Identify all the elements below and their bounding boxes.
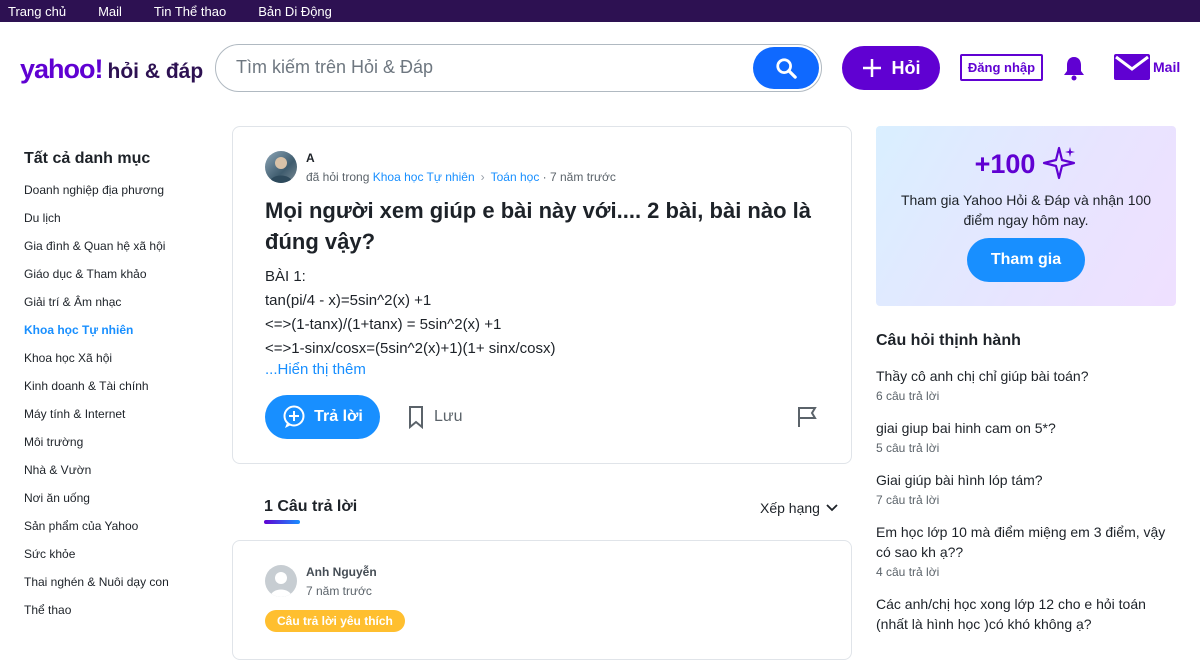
answer-author-avatar[interactable]	[265, 565, 297, 597]
answer-card: Anh Nguyễn 7 năm trước Câu trả lời yêu t…	[232, 540, 852, 660]
sidebar-item[interactable]: Sản phẩm của Yahoo	[24, 518, 214, 546]
question-card: A đã hỏi trong Khoa học Tự nhiên › Toán …	[232, 126, 852, 464]
trending-title: Câu hỏi thịnh hành	[876, 332, 1021, 349]
trending-question[interactable]: Các anh/chị học xong lớp 12 cho e hỏi to…	[876, 594, 1176, 634]
chevron-right-icon: ›	[480, 170, 485, 184]
answer-author-name[interactable]: Anh Nguyễn	[306, 565, 377, 579]
question-body-line: <=>1-sinx/cosx=(5sin^2(x)+1)(1+ sinx/cos…	[265, 340, 556, 357]
favorite-answer-badge: Câu trả lời yêu thích	[265, 610, 405, 632]
question-body: BÀI 1: tan(pi/4 - x)=5sin^2(x) +1 <=>(1-…	[265, 265, 556, 361]
trending-item[interactable]: Giai giúp bài hình lóp tám? 7 câu trả lờ…	[876, 470, 1176, 508]
sidebar-item[interactable]: Kinh doanh & Tài chính	[24, 378, 214, 406]
sidebar-item[interactable]: Thể thao	[24, 602, 214, 630]
trending-answer-count: 7 câu trả lời	[876, 493, 940, 507]
question-body-line: <=>(1-tanx)/(1+tanx) = 5sin^2(x) +1	[265, 316, 502, 333]
meta-prefix: đã hỏi trong	[306, 170, 370, 184]
trending-question[interactable]: Thầy cô anh chị chỉ giúp bài toán?	[876, 366, 1176, 386]
trending-item[interactable]: Các anh/chị học xong lớp 12 cho e hỏi to…	[876, 594, 1176, 634]
trending-question[interactable]: Em học lớp 10 mà điểm miệng em 3 điểm, v…	[876, 522, 1176, 562]
sidebar-item[interactable]: Nhà & Vườn	[24, 462, 214, 490]
answers-count: 1 Câu trả lời	[264, 498, 358, 515]
trending-question[interactable]: Giai giúp bài hình lóp tám?	[876, 470, 1176, 490]
question-body-line: BÀI 1:	[265, 268, 306, 285]
login-button[interactable]: Đăng nhập	[960, 54, 1043, 81]
mail-link[interactable]: Mail	[1114, 54, 1180, 80]
trending-answer-count: 4 câu trả lời	[876, 565, 940, 579]
sparkles-icon	[1043, 146, 1076, 180]
question-meta: đã hỏi trong Khoa học Tự nhiên › Toán họ…	[306, 170, 616, 184]
sort-label: Xếp hạng	[760, 500, 820, 516]
subcategory-link[interactable]: Toán học	[491, 170, 540, 184]
sidebar-item[interactable]: Máy tính & Internet	[24, 406, 214, 434]
trending-answer-count: 6 câu trả lời	[876, 389, 940, 403]
save-label: Lưu	[434, 408, 463, 425]
sidebar-item-active[interactable]: Khoa học Tự nhiên	[24, 322, 214, 350]
sidebar-item[interactable]: Gia đình & Quan hệ xã hội	[24, 238, 214, 266]
sidebar-title: Tất cả danh mục	[24, 150, 151, 167]
sidebar-item[interactable]: Thai nghén & Nuôi dạy con	[24, 574, 214, 602]
trending-item[interactable]: Em học lớp 10 mà điểm miệng em 3 điểm, v…	[876, 522, 1176, 580]
sidebar-item[interactable]: Giáo dục & Tham khảo	[24, 266, 214, 294]
search-box	[215, 44, 822, 92]
answers-tab-underline	[264, 520, 300, 524]
top-nav-home[interactable]: Trang chủ	[8, 4, 66, 19]
question-title: Mọi người xem giúp e bài này với.... 2 b…	[265, 198, 811, 254]
category-sidebar: Tất cả danh mục Doanh nghiệp địa phương …	[24, 150, 214, 630]
top-nav-mobile[interactable]: Bản Di Động	[258, 4, 332, 19]
sidebar-item[interactable]: Doanh nghiệp địa phương	[24, 182, 214, 210]
promo-description: Tham gia Yahoo Hỏi & Đáp và nhận 100 điể…	[900, 192, 1152, 228]
mail-label: Mail	[1153, 59, 1181, 75]
sort-dropdown[interactable]: Xếp hạng	[760, 500, 838, 516]
question-time: · 7 năm trước	[542, 170, 616, 184]
comment-plus-icon	[283, 405, 305, 428]
sidebar-item[interactable]: Giải trí & Âm nhạc	[24, 294, 214, 322]
search-button[interactable]	[753, 47, 819, 89]
notification-bell-icon[interactable]	[1062, 55, 1086, 86]
chevron-down-icon	[826, 504, 838, 512]
trending-question[interactable]: giai giup bai hinh cam on 5*?	[876, 418, 1176, 438]
sidebar-item[interactable]: Sức khỏe	[24, 546, 214, 574]
search-input[interactable]	[236, 57, 736, 78]
show-more-link[interactable]: ...Hiển thị thêm	[265, 361, 366, 378]
search-icon	[776, 58, 797, 79]
report-flag-icon[interactable]	[796, 406, 818, 433]
sidebar-item[interactable]: Khoa học Xã hội	[24, 350, 214, 378]
question-author-avatar[interactable]	[265, 151, 297, 183]
trending-item[interactable]: giai giup bai hinh cam on 5*? 5 câu trả …	[876, 418, 1176, 456]
answer-button[interactable]: Trả lời	[265, 395, 380, 439]
promo-points-value: +100	[974, 148, 1036, 179]
sidebar-item[interactable]: Nơi ăn uống	[24, 490, 214, 518]
sidebar-item[interactable]: Du lịch	[24, 210, 214, 238]
mail-envelope-icon	[1114, 54, 1150, 80]
answer-button-label: Trả lời	[314, 408, 363, 425]
points-promo-card: +100 Tham gia Yahoo Hỏi & Đáp và nhận 10…	[876, 126, 1176, 306]
sidebar-item[interactable]: Môi trường	[24, 434, 214, 462]
bookmark-icon	[409, 406, 423, 429]
yahoo-answers-logo[interactable]: yahoo! hỏi & đáp	[20, 54, 203, 85]
save-button[interactable]: Lưu	[408, 405, 463, 429]
top-nav-mail[interactable]: Mail	[98, 4, 122, 19]
trending-questions: Câu hỏi thịnh hành Thầy cô anh chị chỉ g…	[876, 332, 1176, 648]
join-button[interactable]: Tham gia	[967, 238, 1085, 282]
question-body-line: tan(pi/4 - x)=5sin^2(x) +1	[265, 292, 432, 309]
answer-time: 7 năm trước	[306, 584, 372, 598]
ask-button-label: Hỏi	[891, 57, 921, 78]
top-nav-sports[interactable]: Tin Thể thao	[154, 4, 226, 19]
question-author-name[interactable]: A	[306, 151, 315, 165]
promo-points: +100	[876, 146, 1176, 182]
logo-brand: yahoo!	[20, 54, 104, 84]
ask-button[interactable]: Hỏi	[842, 46, 940, 90]
header: yahoo! hỏi & đáp Hỏi Đăng nhập Mail	[0, 22, 1200, 114]
plus-icon	[862, 59, 881, 77]
category-link[interactable]: Khoa học Tự nhiên	[373, 170, 475, 184]
trending-answer-count: 5 câu trả lời	[876, 441, 940, 455]
trending-item[interactable]: Thầy cô anh chị chỉ giúp bài toán? 6 câu…	[876, 366, 1176, 404]
logo-product: hỏi & đáp	[107, 60, 204, 83]
top-nav-bar: Trang chủ Mail Tin Thể thao Bản Di Động	[0, 0, 1200, 22]
